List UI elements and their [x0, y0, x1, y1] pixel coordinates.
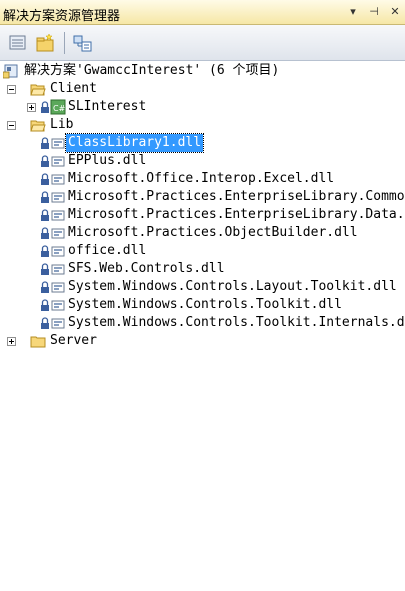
solution-label: 解决方案'GwamccInterest' (6 个项目) [24, 63, 280, 78]
dll-file-icon [51, 318, 65, 329]
tree-node-slinterest[interactable]: C# SLInterest [0, 98, 405, 116]
solution-icon [3, 64, 18, 79]
window-title: 解决方案资源管理器 [3, 9, 121, 24]
dll-file-icon [51, 192, 65, 203]
view-class-diagram-icon [73, 35, 92, 52]
dll-label: ClassLibrary1.dll [64, 133, 205, 153]
dll-file-icon [51, 300, 65, 311]
dll-label: Microsoft.Office.Interop.Excel.dll [68, 171, 335, 186]
dll-label: System.Windows.Controls.Layout.Toolkit.d… [68, 279, 397, 294]
open-folder-icon [30, 120, 46, 132]
dll-file-icon [51, 138, 65, 149]
solution-tree: 解决方案'GwamccInterest' (6 个项目) Client C# S… [0, 61, 405, 591]
collapse-icon[interactable] [7, 85, 16, 94]
expand-icon[interactable] [27, 103, 36, 112]
show-all-files-button[interactable] [34, 32, 56, 54]
folder-label: Client [50, 81, 97, 96]
dll-file-icon [51, 246, 65, 257]
dll-file-icon [51, 264, 65, 275]
dll-label: System.Windows.Controls.Toolkit.dll [68, 297, 342, 312]
view-class-diagram-button[interactable] [72, 32, 94, 54]
folder-label: Server [50, 333, 97, 348]
open-folder-icon [30, 84, 46, 96]
toolbar-separator [64, 32, 65, 54]
reference-dll-item[interactable]: ClassLibrary1.dll [0, 133, 405, 153]
close-icon[interactable]: ✕ [389, 5, 401, 18]
dll-file-icon [51, 174, 65, 185]
tree-node-client[interactable]: Client [0, 80, 405, 98]
reference-dll-item[interactable]: Microsoft.Practices.EnterpriseLibrary.Co… [0, 188, 405, 206]
reference-dll-item[interactable]: Microsoft.Practices.ObjectBuilder.dll [0, 224, 405, 242]
reference-dll-item[interactable]: System.Windows.Controls.Toolkit.dll [0, 296, 405, 314]
reference-dll-item[interactable]: EPPlus.dll [0, 152, 405, 170]
folder-label: Lib [50, 117, 74, 132]
solution-node[interactable]: 解决方案'GwamccInterest' (6 个项目) [0, 62, 405, 80]
dll-label: Microsoft.Practices.EnterpriseLibrary.Co… [68, 189, 405, 204]
dll-file-icon [51, 282, 65, 293]
folder-icon [30, 336, 46, 348]
dll-label: Microsoft.Practices.EnterpriseLibrary.Da… [68, 207, 405, 222]
svg-text:C#: C# [53, 104, 66, 113]
reference-dll-item[interactable]: System.Windows.Controls.Toolkit.Internal… [0, 314, 405, 332]
dll-file-icon [51, 228, 65, 239]
reference-dll-item[interactable]: SFS.Web.Controls.dll [0, 260, 405, 278]
dll-label: SFS.Web.Controls.dll [68, 261, 225, 276]
reference-dll-item[interactable]: office.dll [0, 242, 405, 260]
tool-window-title-bar: 解决方案资源管理器 ▾ ⊣ ✕ [0, 0, 405, 25]
title-buttons: ▾ ⊣ ✕ [347, 5, 401, 18]
dll-label: System.Windows.Controls.Toolkit.Internal… [68, 315, 405, 330]
solution-explorer-toolbar [0, 25, 405, 61]
properties-icon [9, 35, 26, 50]
tree-node-lib[interactable]: Lib [0, 116, 405, 134]
tree-node-server[interactable]: Server [0, 332, 405, 350]
expand-icon[interactable] [7, 337, 16, 346]
csharp-project-icon: C# [50, 99, 66, 115]
dll-label: EPPlus.dll [68, 153, 147, 168]
reference-dll-item[interactable]: Microsoft.Office.Interop.Excel.dll [0, 170, 405, 188]
collapse-icon[interactable] [7, 121, 16, 130]
reference-dll-item[interactable]: Microsoft.Practices.EnterpriseLibrary.Da… [0, 206, 405, 224]
dll-label: Microsoft.Practices.ObjectBuilder.dll [68, 225, 358, 240]
project-label: SLInterest [68, 99, 147, 114]
show-all-files-icon [36, 33, 54, 52]
dll-file-icon [51, 156, 65, 167]
dll-file-icon [51, 210, 65, 221]
properties-button[interactable] [7, 32, 29, 54]
reference-dll-item[interactable]: System.Windows.Controls.Layout.Toolkit.d… [0, 278, 405, 296]
auto-hide-pin-icon[interactable]: ⊣ [368, 5, 380, 18]
dropdown-menu-icon[interactable]: ▾ [347, 5, 359, 18]
dll-label: office.dll [68, 243, 147, 258]
